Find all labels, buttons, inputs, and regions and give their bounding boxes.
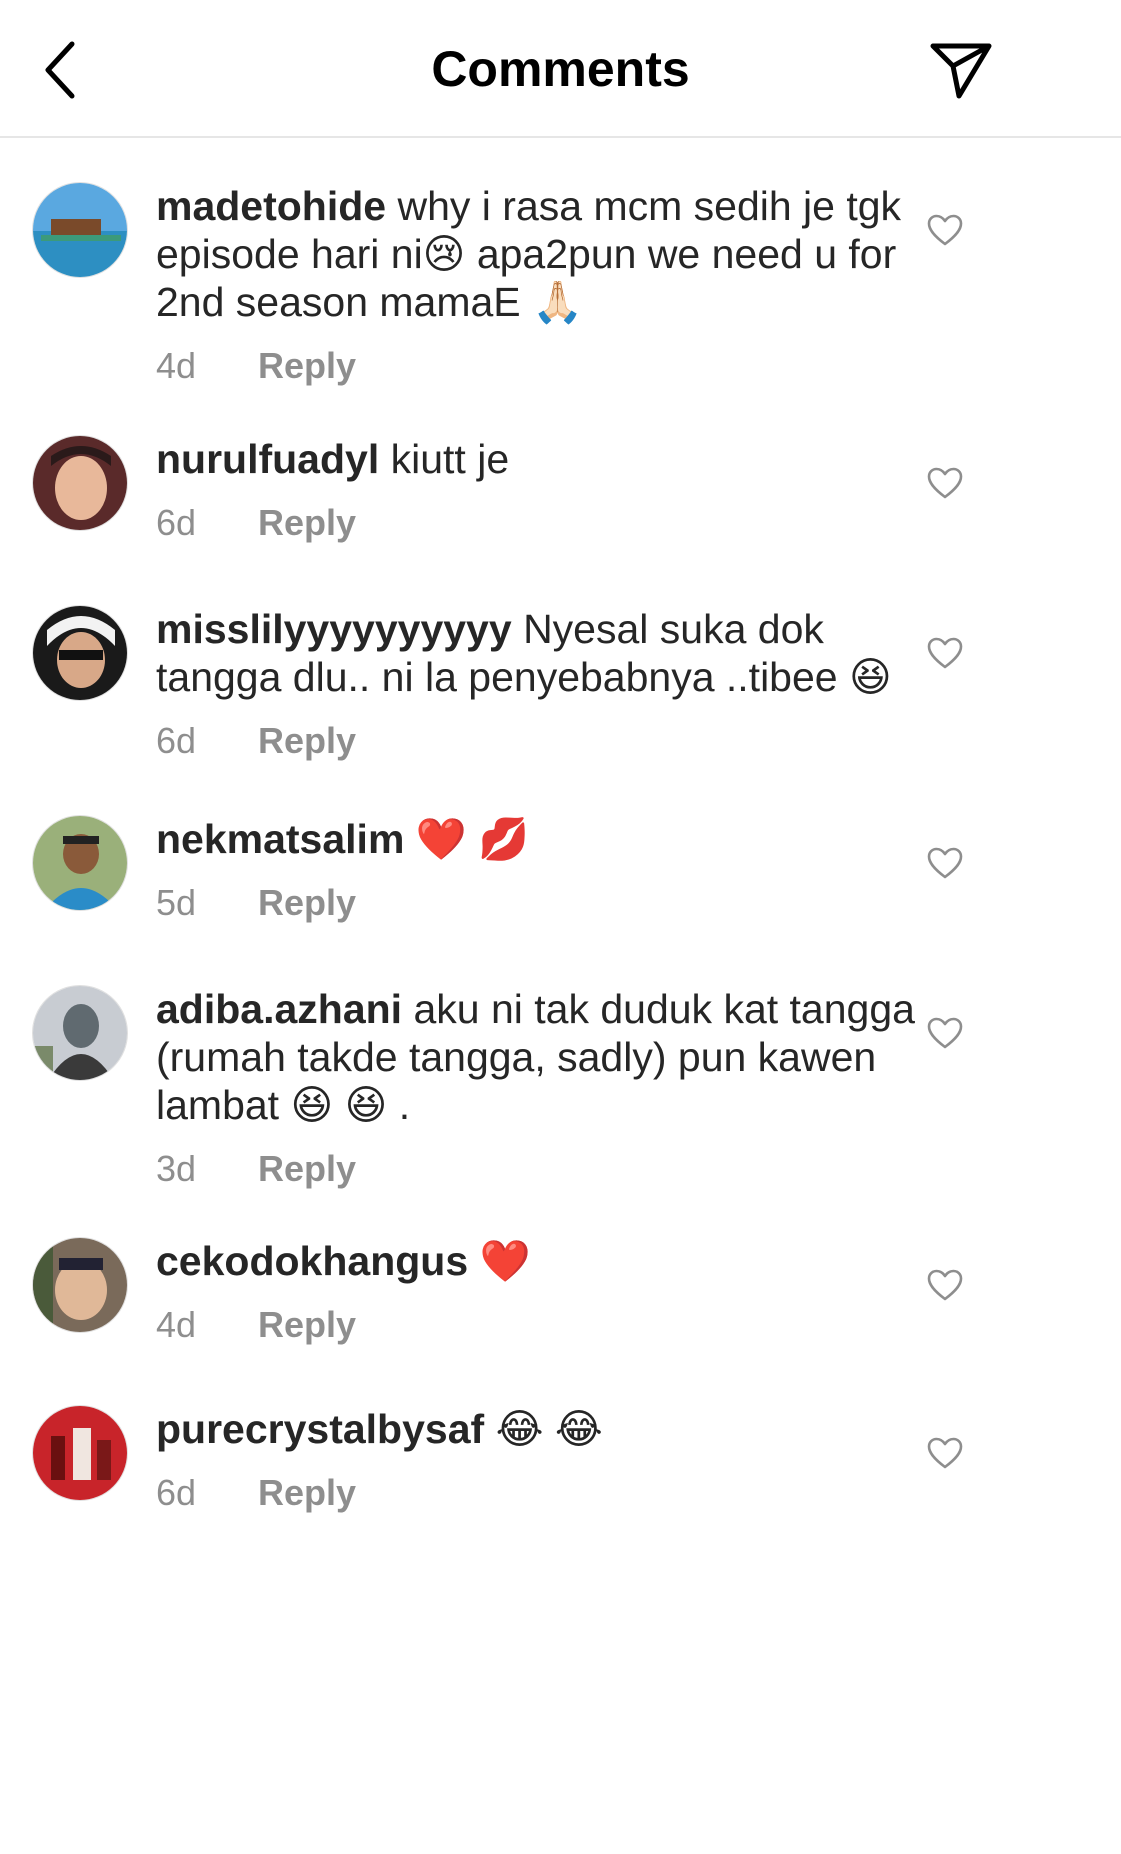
like-button[interactable] xyxy=(927,1017,971,1057)
avatar[interactable] xyxy=(32,1237,128,1333)
reply-button[interactable]: Reply xyxy=(258,502,356,543)
like-button[interactable] xyxy=(927,1437,971,1477)
comment-username[interactable]: cekodokhangus xyxy=(156,1238,468,1284)
comment-item: cekodokhangus ❤️ 4d Reply xyxy=(0,1195,1121,1365)
avatar[interactable] xyxy=(32,985,128,1081)
like-button[interactable] xyxy=(927,847,971,887)
comment-timestamp: 6d xyxy=(156,502,197,543)
reply-button[interactable]: Reply xyxy=(258,720,356,761)
comment-timestamp: 3d xyxy=(156,1148,197,1189)
avatar[interactable] xyxy=(32,1405,128,1501)
comment-username[interactable]: nurulfuadyl xyxy=(156,436,379,482)
avatar[interactable] xyxy=(32,605,128,701)
reply-button[interactable]: Reply xyxy=(258,345,356,386)
comment-text: ❤️ 💋 xyxy=(415,816,530,862)
like-button[interactable] xyxy=(927,214,971,254)
comment-timestamp: 5d xyxy=(156,882,197,923)
comment-timestamp: 4d xyxy=(156,345,197,386)
like-button[interactable] xyxy=(927,637,971,677)
avatar[interactable] xyxy=(32,435,128,531)
comment-text: kiutt je xyxy=(390,436,510,482)
share-button[interactable] xyxy=(923,36,999,106)
reply-button[interactable]: Reply xyxy=(258,882,356,923)
like-button[interactable] xyxy=(927,1269,971,1309)
like-button[interactable] xyxy=(927,467,971,507)
comment-username[interactable]: madetohide xyxy=(156,183,386,229)
reply-button[interactable]: Reply xyxy=(258,1304,356,1345)
comment-username[interactable]: misslilyyyyyyyyyy xyxy=(156,606,512,652)
comment-username[interactable]: nekmatsalim xyxy=(156,816,404,862)
paper-plane-icon xyxy=(930,43,992,99)
heart-icon xyxy=(927,637,963,669)
comment-list: madetohide why i rasa mcm sedih je tgk e… xyxy=(0,140,1121,1565)
comment-timestamp: 4d xyxy=(156,1304,197,1345)
comment-item: purecrystalbysaf 😂 😂 6d Reply xyxy=(0,1365,1121,1565)
heart-icon xyxy=(927,467,963,499)
reply-button[interactable]: Reply xyxy=(258,1148,356,1189)
comment-username[interactable]: purecrystalbysaf xyxy=(156,1406,484,1452)
heart-icon xyxy=(927,847,963,879)
comment-username[interactable]: adiba.azhani xyxy=(156,986,402,1032)
reply-button[interactable]: Reply xyxy=(258,1472,356,1513)
heart-icon xyxy=(927,1437,963,1469)
avatar[interactable] xyxy=(32,182,128,278)
header-bar: Comments xyxy=(0,0,1121,138)
heart-icon xyxy=(927,214,963,246)
comment-item: madetohide why i rasa mcm sedih je tgk e… xyxy=(0,140,1121,395)
comment-text: ❤️ xyxy=(479,1238,531,1284)
comment-item: nekmatsalim ❤️ 💋 5d Reply xyxy=(0,775,1121,945)
comment-text: 😂 😂 xyxy=(495,1406,603,1452)
comment-timestamp: 6d xyxy=(156,1472,197,1513)
avatar[interactable] xyxy=(32,815,128,911)
comment-timestamp: 6d xyxy=(156,720,197,761)
heart-icon xyxy=(927,1269,963,1301)
comment-item: adiba.azhani aku ni tak duduk kat tangga… xyxy=(0,945,1121,1195)
comment-item: misslilyyyyyyyyyy Nyesal suka dok tangga… xyxy=(0,565,1121,775)
comment-item: nurulfuadyl kiutt je 6d Reply xyxy=(0,395,1121,565)
heart-icon xyxy=(927,1017,963,1049)
